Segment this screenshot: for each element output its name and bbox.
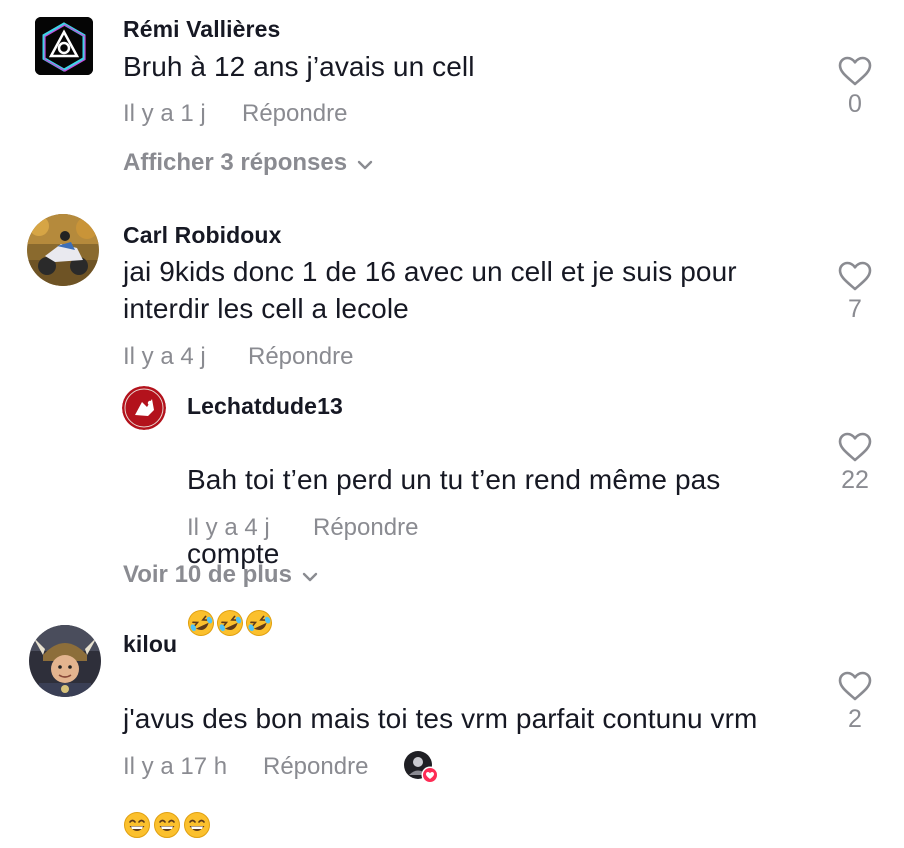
reply-text-line: Bah toi t’en perd un tu t’en rend même p…: [187, 464, 721, 495]
linkin-park-logo-icon: [35, 17, 93, 75]
creator-liked-badge: [403, 750, 441, 786]
comment-author[interactable]: kilou: [123, 631, 177, 658]
comment-author[interactable]: Carl Robidoux: [123, 222, 281, 249]
avatar[interactable]: [29, 625, 101, 697]
reply-button[interactable]: Répondre: [248, 343, 353, 371]
view-more-label: Voir 10 de plus: [123, 561, 292, 588]
comment-timestamp: Il y a 1 j: [123, 100, 206, 127]
reply-author[interactable]: Lechatdude13: [187, 393, 343, 420]
view-replies-label: Afficher 3 réponses: [123, 149, 348, 176]
viking-photo-icon: [29, 625, 101, 697]
heart-outline-icon: [838, 432, 872, 462]
like-button[interactable]: 0: [825, 56, 885, 119]
motorcycle-photo-icon: [27, 214, 99, 286]
chevron-down-icon: [357, 149, 373, 177]
like-button[interactable]: 2: [825, 671, 885, 734]
comment-timestamp: Il y a 17 h: [123, 753, 228, 780]
like-button[interactable]: 7: [825, 261, 885, 324]
reply-timestamp: Il y a 4 j: [187, 514, 270, 541]
comment-author[interactable]: Rémi Vallières: [123, 16, 280, 43]
reply-button[interactable]: Répondre: [313, 514, 418, 542]
red-cat-logo-icon: [122, 386, 166, 430]
view-more-replies-button[interactable]: Voir 10 de plus: [123, 561, 318, 589]
comment-timestamp: Il y a 4 j: [123, 343, 206, 370]
grinning-face-with-smiling-eyes-emoji-icon: [123, 774, 211, 848]
comment-text-line: j'avus des bon mais toi tes vrm parfait …: [123, 703, 758, 734]
like-count: 0: [848, 90, 862, 118]
like-count: 7: [848, 295, 862, 323]
comment-text: Bruh à 12 ans j’avais un cell: [123, 51, 475, 82]
like-count: 22: [841, 466, 869, 494]
comment-text: jai 9kids donc 1 de 16 avec un cell et j…: [123, 256, 737, 324]
creator-avatar-icon: [404, 751, 439, 784]
heart-outline-icon: [838, 671, 872, 701]
like-button[interactable]: 22: [825, 432, 885, 495]
reply-button[interactable]: Répondre: [242, 100, 347, 128]
view-replies-button[interactable]: Afficher 3 réponses: [123, 149, 373, 177]
avatar[interactable]: [35, 17, 93, 75]
heart-outline-icon: [838, 56, 872, 86]
chevron-down-icon: [302, 561, 318, 589]
like-count: 2: [848, 705, 862, 733]
avatar[interactable]: [27, 214, 99, 286]
heart-outline-icon: [838, 261, 872, 291]
avatar[interactable]: [122, 386, 166, 430]
reply-button[interactable]: Répondre: [263, 753, 368, 781]
comment: Rémi Vallières Bruh à 12 ans j’avais un …: [0, 0, 904, 190]
